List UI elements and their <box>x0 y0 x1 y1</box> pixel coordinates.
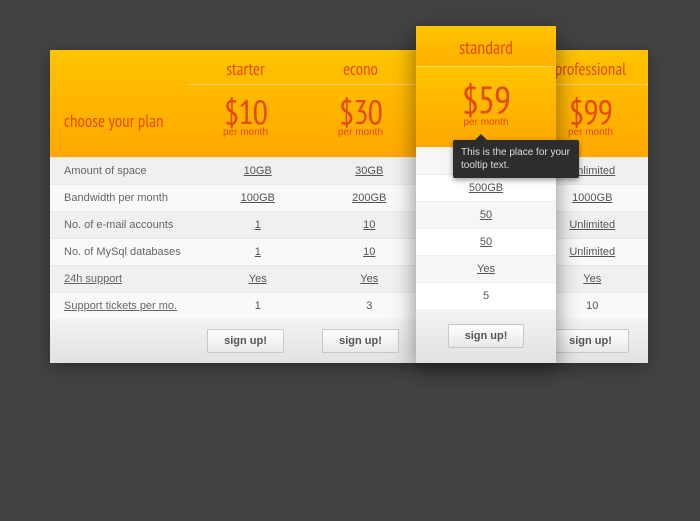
table-row: 24h support Yes Yes Yes <box>50 265 648 292</box>
table-footer: sign up! sign up! sign up! <box>50 319 648 363</box>
feature-label: No. of MySql databases <box>50 246 202 258</box>
plan-name: starter <box>188 50 303 85</box>
feature-label: Amount of space <box>50 165 202 177</box>
table-row: Bandwidth per month 100GB 200GB 1000GB <box>50 184 648 211</box>
feature-value: 50 <box>416 228 556 255</box>
table-row: No. of e-mail accounts 1 10 Unlimited <box>50 211 648 238</box>
feature-label: Support tickets per mo. <box>50 300 202 312</box>
price-period: per month <box>303 127 418 138</box>
feature-rows: Amount of space 10GB 30GB Unlimited Band… <box>50 157 648 319</box>
feature-value: 5 <box>416 282 556 309</box>
feature-label: Bandwidth per month <box>50 192 202 204</box>
feature-value: Yes <box>416 255 556 282</box>
feature-value: 500GB <box>416 174 556 201</box>
signup-button[interactable]: sign up! <box>207 329 284 353</box>
feature-label: No. of e-mail accounts <box>50 219 202 231</box>
price-period: per month <box>188 127 303 138</box>
feature-value: 10 <box>314 246 426 258</box>
plan-col-starter: starter $10 per month <box>188 50 303 157</box>
pricing-table: choose your plan starter $10 per month e… <box>50 50 648 363</box>
plan-name: standard <box>416 26 556 67</box>
feature-label: 24h support <box>50 273 202 285</box>
tooltip: This is the place for your tooltip text. <box>453 140 579 178</box>
plan-name: econo <box>303 50 418 85</box>
table-row: No. of MySql databases 1 10 Unlimited <box>50 238 648 265</box>
plan-col-econo: econo $30 per month <box>303 50 418 157</box>
feature-value: 10GB <box>202 165 314 177</box>
feature-value: 1 <box>202 300 314 312</box>
feature-value: 3 <box>314 300 426 312</box>
signup-button[interactable]: sign up! <box>552 329 629 353</box>
plan-price: $59 <box>416 81 556 119</box>
feature-value: 10 <box>314 219 426 231</box>
feature-value: 30GB <box>314 165 426 177</box>
feature-value: Yes <box>314 273 426 285</box>
feature-value: 200GB <box>314 192 426 204</box>
signup-button[interactable]: sign up! <box>448 324 525 348</box>
signup-button[interactable]: sign up! <box>322 329 399 353</box>
price-period: per month <box>416 117 556 128</box>
feature-value: 1 <box>202 246 314 258</box>
feature-value: Yes <box>202 273 314 285</box>
plan-col-standard: standard $59 per month 100GB 500GB 50 50… <box>416 26 556 363</box>
feature-value: 1 <box>202 219 314 231</box>
plan-price: $10 <box>188 95 303 129</box>
plan-price: $30 <box>303 95 418 129</box>
feature-value: 50 <box>416 201 556 228</box>
table-row: Support tickets per mo. 1 3 10 <box>50 292 648 319</box>
heading: choose your plan <box>50 85 188 157</box>
feature-value: 100GB <box>202 192 314 204</box>
